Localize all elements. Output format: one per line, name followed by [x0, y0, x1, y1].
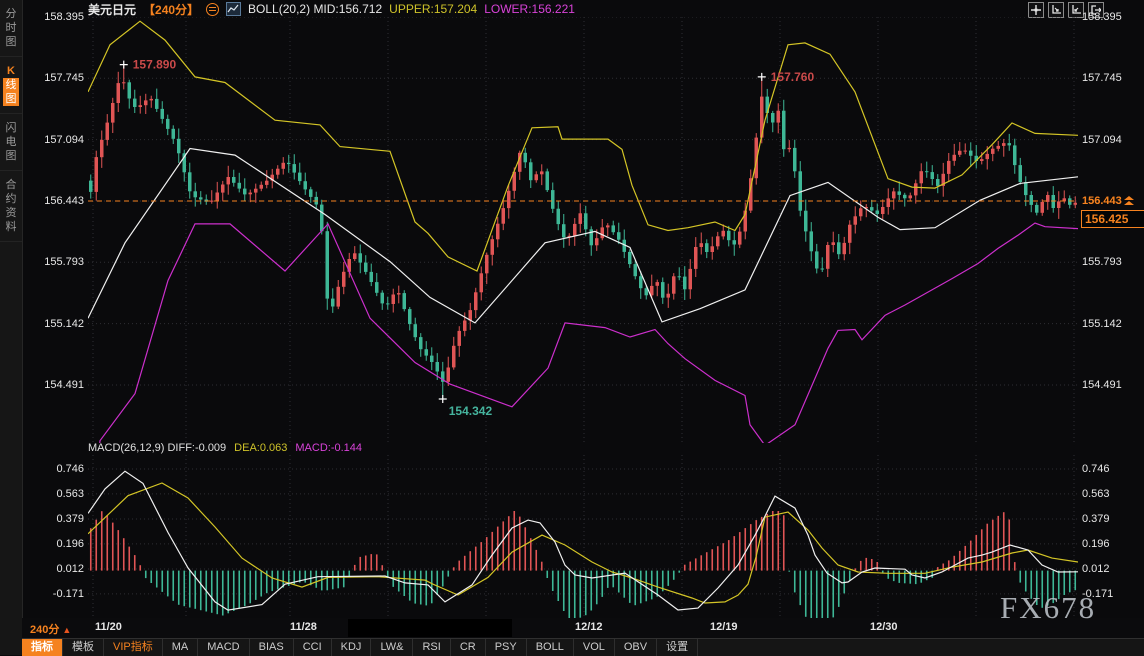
sidebar-item-char: 约 [3, 192, 19, 206]
sidebar-item-char: 图 [3, 92, 19, 106]
period-selector[interactable]: 240分 ▲ [30, 621, 71, 637]
sidebar-item-kline[interactable]: K线图 [0, 57, 22, 114]
candlestick-chart[interactable]: 157.890 157.760 154.342 [88, 17, 1078, 443]
sidebar-item-char: 图 [3, 35, 19, 49]
axis-tick-label: 157.745 [1082, 72, 1142, 84]
toolbar-item-OBV[interactable]: OBV [615, 639, 657, 656]
period-menu-icon[interactable] [206, 3, 219, 16]
toolbar-item-RSI[interactable]: RSI [413, 639, 450, 656]
sidebar-item-char: K [3, 64, 19, 78]
period-badge[interactable]: 【240分】 [143, 1, 199, 18]
axis-tick-label: 0.563 [20, 488, 84, 500]
axis-tick-label: 156.443 [20, 195, 84, 207]
axis-tick-label: 0.563 [1082, 488, 1142, 500]
toolbar-item-BIAS[interactable]: BIAS [250, 639, 294, 656]
date-label: 12/12 [575, 621, 603, 633]
axis-tick-label: -0.171 [20, 588, 84, 600]
time-axis-row: 240分 ▲ 11/20 11/28 12/12 12/19 12/30 [22, 618, 1144, 638]
fit-left-axis-icon[interactable] [1048, 2, 1064, 18]
axis-tick-label: 0.379 [1082, 513, 1142, 525]
crosshair-icon[interactable] [1028, 2, 1044, 18]
toolbar-item-模板[interactable]: 模板 [63, 639, 104, 656]
axis-tick-label: 0.746 [20, 463, 84, 475]
chart-header: 美元日元 【240分】 BOLL(20,2) MID:156.712 UPPER… [88, 1, 575, 17]
macd-header: MACD(26,12,9) DIFF:-0.009 DEA:0.063 MACD… [88, 442, 362, 454]
svg-text:157.890: 157.890 [133, 58, 177, 72]
sidebar-item-char: 资 [3, 206, 19, 220]
axis-tick-label: 157.745 [20, 72, 84, 84]
sidebar-item-char: 电 [3, 135, 19, 149]
svg-text:154.342: 154.342 [449, 404, 493, 418]
axis-tick-label: 0.746 [1082, 463, 1142, 475]
toolbar-item-KDJ[interactable]: KDJ [332, 639, 372, 656]
sidebar-item-char: 闪 [3, 121, 19, 135]
boll-label: BOLL(20,2) MID:156.712 [248, 2, 382, 16]
indicator-chart-icon[interactable] [226, 2, 241, 16]
boll-lower-value: LOWER:156.221 [484, 2, 575, 16]
axis-tick-label: 155.142 [1082, 318, 1142, 330]
macd-dea-value: DEA:0.063 [234, 442, 287, 454]
sidebar-item-char: 分 [3, 7, 19, 21]
toolbar-item-MACD[interactable]: MACD [198, 639, 249, 656]
axis-tick-label: 154.491 [20, 379, 84, 391]
current-price-box: 156.425 [1081, 210, 1144, 228]
axis-tick-label: 157.094 [20, 134, 84, 146]
boll-upper-value: UPPER:157.204 [389, 2, 477, 16]
date-label: 12/19 [710, 621, 738, 633]
axis-tick-label: 158.395 [20, 11, 84, 23]
sidebar-item-char: 合 [3, 178, 19, 192]
svg-text:157.760: 157.760 [771, 70, 815, 84]
date-label: 11/28 [290, 621, 317, 633]
axis-tick-label: 155.793 [20, 256, 84, 268]
toolbar-item-BOLL[interactable]: BOLL [527, 639, 574, 656]
axis-tick-label: 0.012 [1082, 563, 1142, 575]
axis-tick-label: 155.142 [20, 318, 84, 330]
axis-tick-label: 0.196 [20, 538, 84, 550]
indicator-toolbar: 指标模板VIP指标MAMACDBIASCCIKDJLW&RSICRPSYBOLL… [22, 638, 1144, 656]
date-label: 11/20 [95, 621, 122, 633]
timeline-scrollbar[interactable] [348, 619, 512, 637]
sidebar-item-char: 时 [3, 21, 19, 35]
axis-tick-label: 158.395 [1082, 11, 1142, 23]
axis-tick-label: 154.491 [1082, 379, 1142, 391]
fx678-watermark: FX678 [1000, 590, 1096, 626]
toolbar-item-设置[interactable]: 设置 [657, 639, 698, 656]
symbol-title: 美元日元 [88, 1, 136, 18]
sidebar-item-char: 线 [3, 78, 19, 92]
toolbar-item-指标[interactable]: 指标 [22, 639, 63, 656]
sidebar-item-time-share[interactable]: 分时图 [0, 0, 22, 57]
macd-pane[interactable] [88, 455, 1078, 618]
toolbar-item-CR[interactable]: CR [451, 639, 486, 656]
axis-tick-label: 0.196 [1082, 538, 1142, 550]
axis-tick-label: 0.379 [20, 513, 84, 525]
macd-params: MACD(26,12,9) DIFF:-0.009 [88, 442, 226, 454]
macd-hist-value: MACD:-0.144 [295, 442, 362, 454]
fx678-chart-app: { "header": { "symbol": "美元日元", "period"… [0, 0, 1144, 655]
axis-tick-label: 0.012 [20, 563, 84, 575]
sidebar-item-contract-info[interactable]: 合约资料 [0, 171, 22, 242]
sidebar-item-flash[interactable]: 闪电图 [0, 114, 22, 171]
toolbar-item-VIP指标[interactable]: VIP指标 [104, 639, 163, 656]
toolbar-item-MA[interactable]: MA [163, 639, 199, 656]
axis-tick-label: 155.793 [1082, 256, 1142, 268]
toolbar-item-PSY[interactable]: PSY [486, 639, 527, 656]
date-label: 12/30 [870, 621, 898, 633]
toolbar-item-CCI[interactable]: CCI [294, 639, 332, 656]
axis-tick-label: 157.094 [1082, 134, 1142, 146]
sidebar-item-char: 图 [3, 149, 19, 163]
sidebar-item-char: 料 [3, 220, 19, 234]
toolbar-item-LW&[interactable]: LW& [371, 639, 413, 656]
double-up-triangle-icon[interactable] [1124, 196, 1134, 206]
toolbar-item-VOL[interactable]: VOL [574, 639, 615, 656]
